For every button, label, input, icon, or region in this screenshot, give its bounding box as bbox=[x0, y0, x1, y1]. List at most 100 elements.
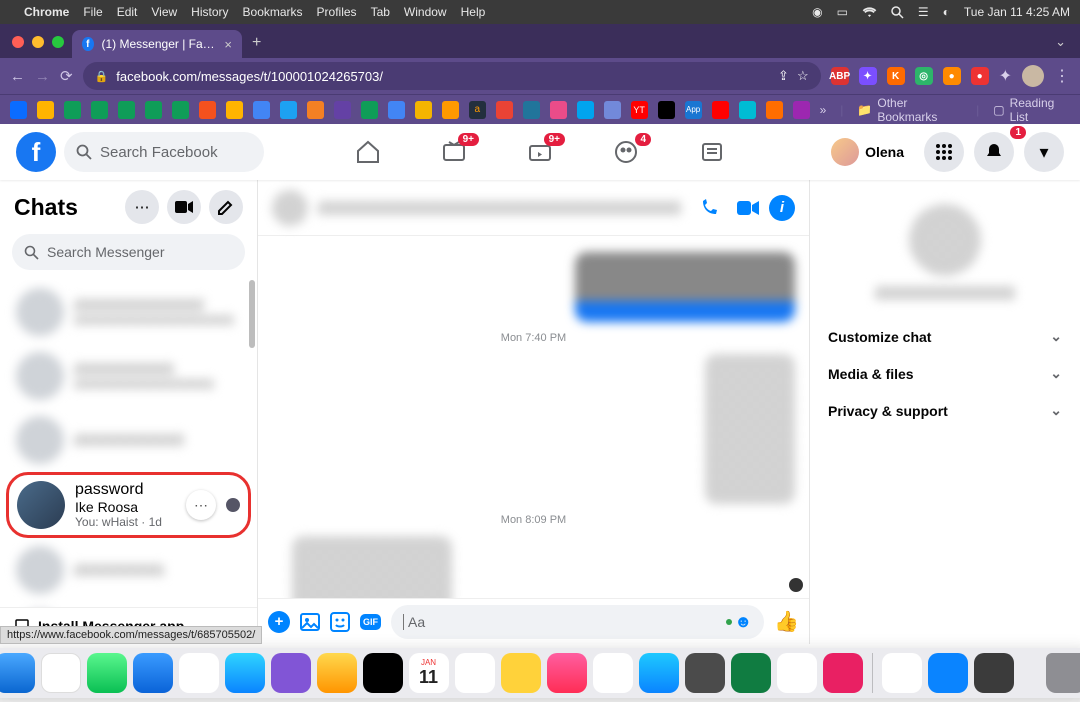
reload-button[interactable]: ⟳ bbox=[60, 67, 73, 85]
bookmarks-overflow-button[interactable]: » bbox=[820, 103, 827, 117]
ext-rocket-icon[interactable]: ✦ bbox=[859, 67, 877, 85]
accordion-privacy-support[interactable]: Privacy & support⌄ bbox=[824, 392, 1066, 429]
composer-photo-button[interactable] bbox=[300, 613, 320, 631]
control-center-icon[interactable]: ☰ bbox=[918, 5, 929, 19]
bookmark-item[interactable] bbox=[766, 101, 783, 119]
tab-overflow-button[interactable]: ⌄ bbox=[1041, 34, 1080, 58]
bookmark-item[interactable] bbox=[793, 101, 810, 119]
menu-file[interactable]: File bbox=[83, 5, 102, 19]
bookmark-item[interactable] bbox=[550, 101, 567, 119]
battery-icon[interactable]: ▭ bbox=[837, 5, 848, 19]
composer-add-button[interactable]: + bbox=[268, 611, 290, 633]
other-bookmarks-button[interactable]: 📁 Other Bookmarks bbox=[857, 96, 962, 124]
dock-finder[interactable] bbox=[0, 653, 35, 693]
avatar[interactable] bbox=[909, 204, 981, 276]
bookmark-item[interactable] bbox=[280, 101, 297, 119]
menu-grid-button[interactable] bbox=[924, 132, 964, 172]
menu-app[interactable]: Chrome bbox=[24, 5, 69, 19]
accordion-customize-chat[interactable]: Customize chat⌄ bbox=[824, 318, 1066, 355]
browser-tab[interactable]: f (1) Messenger | Facebook × bbox=[72, 30, 242, 58]
dock-contacts[interactable] bbox=[455, 653, 495, 693]
bookmark-item[interactable] bbox=[496, 101, 513, 119]
bookmark-item[interactable] bbox=[658, 101, 675, 119]
dock-quicktime[interactable] bbox=[974, 653, 1014, 693]
dock-messages[interactable] bbox=[87, 653, 127, 693]
dock-calendar[interactable]: JAN11 bbox=[409, 653, 449, 693]
facebook-search-input[interactable]: Search Facebook bbox=[64, 132, 264, 172]
bookmark-item[interactable] bbox=[442, 101, 459, 119]
notifications-button[interactable]: 1 bbox=[974, 132, 1014, 172]
dock-appletv[interactable] bbox=[363, 653, 403, 693]
ext-green-icon[interactable]: ◎ bbox=[915, 67, 933, 85]
list-item[interactable] bbox=[6, 602, 251, 607]
bookmark-item[interactable] bbox=[172, 101, 189, 119]
bookmark-item[interactable] bbox=[388, 101, 405, 119]
nav-groups-icon[interactable]: 4 bbox=[613, 139, 639, 165]
menu-help[interactable]: Help bbox=[461, 5, 486, 19]
dock-appstore[interactable] bbox=[639, 653, 679, 693]
chat-item-menu-button[interactable]: ⋯ bbox=[186, 490, 216, 520]
bookmark-item[interactable]: YT bbox=[631, 101, 648, 119]
bookmark-item[interactable] bbox=[10, 101, 27, 119]
chat-list[interactable]: password Ike Roosa You: wHaist · 1d ⋯ bbox=[0, 280, 257, 607]
dock-music[interactable] bbox=[547, 653, 587, 693]
dock-excel[interactable] bbox=[731, 653, 771, 693]
menu-tab[interactable]: Tab bbox=[371, 5, 390, 19]
close-window-button[interactable] bbox=[12, 36, 24, 48]
bookmark-item[interactable] bbox=[604, 101, 621, 119]
conversation-body[interactable]: Mon 7:40 PM Mon 8:09 PM bbox=[258, 236, 809, 598]
thumbs-up-button[interactable]: 👍 bbox=[774, 609, 799, 634]
chat-item-ike-roosa[interactable]: password Ike Roosa You: wHaist · 1d ⋯ bbox=[6, 472, 251, 538]
bookmark-item[interactable] bbox=[307, 101, 324, 119]
ext-abp-icon[interactable]: ABP bbox=[831, 67, 849, 85]
menu-window[interactable]: Window bbox=[404, 5, 447, 19]
menu-view[interactable]: View bbox=[151, 5, 177, 19]
composer-gif-button[interactable]: GIF bbox=[360, 614, 381, 630]
new-room-button[interactable] bbox=[167, 190, 201, 224]
share-icon[interactable]: ⇪ bbox=[778, 68, 789, 84]
message-input[interactable]: Aa ☻ bbox=[391, 605, 764, 639]
nav-home-icon[interactable] bbox=[355, 139, 381, 165]
list-item[interactable] bbox=[6, 408, 251, 472]
video-call-button[interactable] bbox=[737, 200, 759, 216]
conversation-title[interactable] bbox=[318, 201, 681, 215]
list-item[interactable] bbox=[6, 344, 251, 408]
dock-trash[interactable] bbox=[1046, 653, 1080, 693]
dock-photos[interactable] bbox=[317, 653, 357, 693]
nav-watch-icon[interactable]: 9+ bbox=[441, 139, 467, 165]
call-button[interactable] bbox=[699, 198, 719, 218]
menu-edit[interactable]: Edit bbox=[117, 5, 138, 19]
nav-marketplace-icon[interactable]: 9+ bbox=[527, 139, 553, 165]
account-menu-button[interactable]: ▾ bbox=[1024, 132, 1064, 172]
profile-link[interactable]: Olena bbox=[827, 134, 914, 170]
profile-button[interactable] bbox=[1022, 65, 1044, 87]
bookmark-item[interactable] bbox=[199, 101, 216, 119]
clock[interactable]: Tue Jan 11 4:25 AM bbox=[964, 5, 1070, 19]
dock-mail[interactable] bbox=[133, 653, 173, 693]
facebook-logo-icon[interactable]: f bbox=[16, 132, 56, 172]
forward-button[interactable]: → bbox=[35, 68, 50, 85]
bookmark-item[interactable] bbox=[91, 101, 108, 119]
bookmark-item[interactable] bbox=[523, 101, 540, 119]
dock-calendar-icon[interactable] bbox=[179, 653, 219, 693]
list-item[interactable] bbox=[6, 538, 251, 602]
bookmark-item[interactable] bbox=[64, 101, 81, 119]
bookmark-item[interactable] bbox=[253, 101, 270, 119]
message-attachment[interactable] bbox=[575, 252, 795, 322]
tab-close-icon[interactable]: × bbox=[224, 37, 232, 52]
menu-bookmarks[interactable]: Bookmarks bbox=[243, 5, 303, 19]
dock-settings[interactable] bbox=[685, 653, 725, 693]
dock-chrome[interactable] bbox=[777, 653, 817, 693]
bookmark-item[interactable] bbox=[361, 101, 378, 119]
spotlight-icon[interactable] bbox=[891, 6, 904, 19]
dock-safari[interactable] bbox=[225, 653, 265, 693]
siri-icon[interactable]: ◐ bbox=[943, 5, 950, 19]
new-tab-button[interactable]: + bbox=[242, 34, 271, 58]
back-button[interactable]: ← bbox=[10, 68, 25, 85]
dock-screenshot[interactable] bbox=[882, 653, 922, 693]
bookmark-item[interactable] bbox=[712, 101, 729, 119]
star-icon[interactable]: ☆ bbox=[797, 68, 809, 84]
bookmark-item[interactable] bbox=[739, 101, 756, 119]
ext-k-icon[interactable]: K bbox=[887, 67, 905, 85]
chats-options-button[interactable]: ⋯ bbox=[125, 190, 159, 224]
